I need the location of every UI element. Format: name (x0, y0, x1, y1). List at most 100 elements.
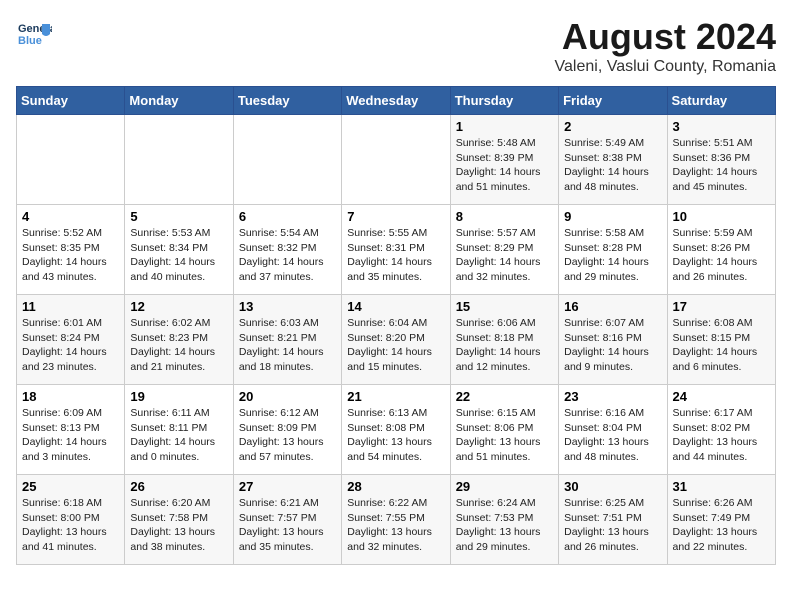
day-number: 2 (564, 119, 661, 134)
day-number: 25 (22, 479, 119, 494)
calendar-cell: 17 Sunrise: 6:08 AM Sunset: 8:15 PM Dayli… (667, 295, 775, 385)
day-info: Sunrise: 6:15 AM Sunset: 8:06 PM Dayligh… (456, 406, 553, 465)
calendar-cell: 29 Sunrise: 6:24 AM Sunset: 7:53 PM Dayli… (450, 475, 558, 565)
calendar-table: SundayMondayTuesdayWednesdayThursdayFrid… (16, 86, 776, 565)
day-info: Sunrise: 6:21 AM Sunset: 7:57 PM Dayligh… (239, 496, 336, 555)
day-header-monday: Monday (125, 87, 233, 115)
day-number: 16 (564, 299, 661, 314)
day-number: 1 (456, 119, 553, 134)
day-info: Sunrise: 5:51 AM Sunset: 8:36 PM Dayligh… (673, 136, 770, 195)
calendar-cell: 14Sunrise: 6:04 AM Sunset: 8:20 PM Dayli… (342, 295, 450, 385)
calendar-cell: 10 Sunrise: 5:59 AM Sunset: 8:26 PM Dayli… (667, 205, 775, 295)
week-row-1: 1 Sunrise: 5:48 AM Sunset: 8:39 PM Daylig… (17, 115, 776, 205)
day-number: 14 (347, 299, 444, 314)
logo: General Blue (16, 16, 52, 52)
svg-text:Blue: Blue (18, 35, 42, 47)
day-number: 30 (564, 479, 661, 494)
calendar-header-row: SundayMondayTuesdayWednesdayThursdayFrid… (17, 87, 776, 115)
calendar-cell: 6Sunrise: 5:54 AM Sunset: 8:32 PM Daylig… (233, 205, 341, 295)
calendar-cell: 20 Sunrise: 6:12 AM Sunset: 8:09 PM Dayli… (233, 385, 341, 475)
day-number: 23 (564, 389, 661, 404)
calendar-cell: 16 Sunrise: 6:07 AM Sunset: 8:16 PM Dayli… (559, 295, 667, 385)
day-number: 7 (347, 209, 444, 224)
day-number: 12 (130, 299, 227, 314)
day-info: Sunrise: 5:58 AM Sunset: 8:28 PM Dayligh… (564, 226, 661, 285)
calendar-cell: 5 Sunrise: 5:53 AM Sunset: 8:34 PM Daylig… (125, 205, 233, 295)
day-number: 9 (564, 209, 661, 224)
day-header-thursday: Thursday (450, 87, 558, 115)
day-info: Sunrise: 5:55 AM Sunset: 8:31 PM Dayligh… (347, 226, 444, 285)
day-number: 6 (239, 209, 336, 224)
calendar-cell: 7 Sunrise: 5:55 AM Sunset: 8:31 PM Daylig… (342, 205, 450, 295)
calendar-body: 1 Sunrise: 5:48 AM Sunset: 8:39 PM Daylig… (17, 115, 776, 565)
day-number: 19 (130, 389, 227, 404)
day-number: 29 (456, 479, 553, 494)
calendar-cell (342, 115, 450, 205)
day-info: Sunrise: 6:02 AM Sunset: 8:23 PM Dayligh… (130, 316, 227, 375)
day-number: 11 (22, 299, 119, 314)
day-number: 17 (673, 299, 770, 314)
calendar-cell: 24 Sunrise: 6:17 AM Sunset: 8:02 PM Dayli… (667, 385, 775, 475)
day-info: Sunrise: 6:07 AM Sunset: 8:16 PM Dayligh… (564, 316, 661, 375)
day-info: Sunrise: 6:24 AM Sunset: 7:53 PM Dayligh… (456, 496, 553, 555)
calendar-cell: 27 Sunrise: 6:21 AM Sunset: 7:57 PM Dayli… (233, 475, 341, 565)
calendar-cell: 30 Sunrise: 6:25 AM Sunset: 7:51 PM Dayli… (559, 475, 667, 565)
day-number: 22 (456, 389, 553, 404)
day-number: 5 (130, 209, 227, 224)
day-info: Sunrise: 6:18 AM Sunset: 8:00 PM Dayligh… (22, 496, 119, 555)
day-info: Sunrise: 5:59 AM Sunset: 8:26 PM Dayligh… (673, 226, 770, 285)
day-info: Sunrise: 6:11 AM Sunset: 8:11 PM Dayligh… (130, 406, 227, 465)
title-block: August 2024 Valeni, Vaslui County, Roman… (555, 16, 776, 76)
day-number: 8 (456, 209, 553, 224)
day-info: Sunrise: 6:03 AM Sunset: 8:21 PM Dayligh… (239, 316, 336, 375)
day-number: 13 (239, 299, 336, 314)
day-header-friday: Friday (559, 87, 667, 115)
day-header-sunday: Sunday (17, 87, 125, 115)
day-info: Sunrise: 5:53 AM Sunset: 8:34 PM Dayligh… (130, 226, 227, 285)
calendar-cell: 25 Sunrise: 6:18 AM Sunset: 8:00 PM Dayli… (17, 475, 125, 565)
day-number: 10 (673, 209, 770, 224)
calendar-cell (233, 115, 341, 205)
day-number: 27 (239, 479, 336, 494)
calendar-cell: 2 Sunrise: 5:49 AM Sunset: 8:38 PM Daylig… (559, 115, 667, 205)
calendar-cell: 4 Sunrise: 5:52 AM Sunset: 8:35 PM Daylig… (17, 205, 125, 295)
location-subtitle: Valeni, Vaslui County, Romania (555, 58, 776, 76)
day-info: Sunrise: 6:06 AM Sunset: 8:18 PM Dayligh… (456, 316, 553, 375)
day-info: Sunrise: 5:49 AM Sunset: 8:38 PM Dayligh… (564, 136, 661, 195)
day-info: Sunrise: 6:01 AM Sunset: 8:24 PM Dayligh… (22, 316, 119, 375)
calendar-cell: 11 Sunrise: 6:01 AM Sunset: 8:24 PM Dayli… (17, 295, 125, 385)
calendar-cell: 13 Sunrise: 6:03 AM Sunset: 8:21 PM Dayli… (233, 295, 341, 385)
calendar-cell (125, 115, 233, 205)
week-row-3: 11 Sunrise: 6:01 AM Sunset: 8:24 PM Dayli… (17, 295, 776, 385)
calendar-cell: 31 Sunrise: 6:26 AM Sunset: 7:49 PM Dayli… (667, 475, 775, 565)
day-number: 15 (456, 299, 553, 314)
day-info: Sunrise: 6:25 AM Sunset: 7:51 PM Dayligh… (564, 496, 661, 555)
week-row-4: 18Sunrise: 6:09 AM Sunset: 8:13 PM Dayli… (17, 385, 776, 475)
calendar-cell: 23Sunrise: 6:16 AM Sunset: 8:04 PM Dayli… (559, 385, 667, 475)
day-info: Sunrise: 6:17 AM Sunset: 8:02 PM Dayligh… (673, 406, 770, 465)
day-info: Sunrise: 6:08 AM Sunset: 8:15 PM Dayligh… (673, 316, 770, 375)
calendar-cell (17, 115, 125, 205)
day-number: 31 (673, 479, 770, 494)
day-number: 20 (239, 389, 336, 404)
day-info: Sunrise: 5:57 AM Sunset: 8:29 PM Dayligh… (456, 226, 553, 285)
day-number: 24 (673, 389, 770, 404)
calendar-cell: 21Sunrise: 6:13 AM Sunset: 8:08 PM Dayli… (342, 385, 450, 475)
day-info: Sunrise: 6:26 AM Sunset: 7:49 PM Dayligh… (673, 496, 770, 555)
day-info: Sunrise: 5:52 AM Sunset: 8:35 PM Dayligh… (22, 226, 119, 285)
calendar-cell: 8 Sunrise: 5:57 AM Sunset: 8:29 PM Daylig… (450, 205, 558, 295)
calendar-cell: 22 Sunrise: 6:15 AM Sunset: 8:06 PM Dayli… (450, 385, 558, 475)
day-info: Sunrise: 6:22 AM Sunset: 7:55 PM Dayligh… (347, 496, 444, 555)
day-number: 4 (22, 209, 119, 224)
calendar-cell: 9 Sunrise: 5:58 AM Sunset: 8:28 PM Daylig… (559, 205, 667, 295)
page-header: General Blue August 2024 Valeni, Vaslui … (16, 16, 776, 76)
calendar-cell: 26 Sunrise: 6:20 AM Sunset: 7:58 PM Dayli… (125, 475, 233, 565)
day-header-tuesday: Tuesday (233, 87, 341, 115)
day-info: Sunrise: 5:48 AM Sunset: 8:39 PM Dayligh… (456, 136, 553, 195)
day-info: Sunrise: 6:12 AM Sunset: 8:09 PM Dayligh… (239, 406, 336, 465)
day-info: Sunrise: 6:20 AM Sunset: 7:58 PM Dayligh… (130, 496, 227, 555)
calendar-cell: 18Sunrise: 6:09 AM Sunset: 8:13 PM Dayli… (17, 385, 125, 475)
day-header-saturday: Saturday (667, 87, 775, 115)
calendar-cell: 1 Sunrise: 5:48 AM Sunset: 8:39 PM Daylig… (450, 115, 558, 205)
day-number: 26 (130, 479, 227, 494)
